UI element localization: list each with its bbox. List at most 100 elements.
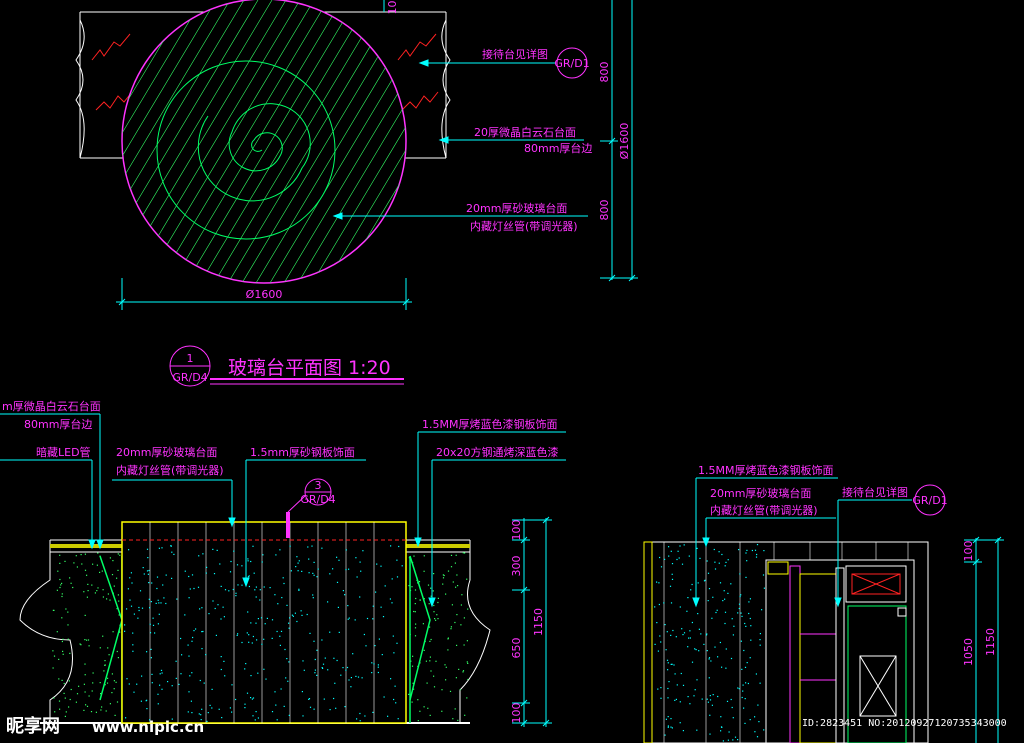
- speckle-dot: [151, 682, 153, 684]
- speckle-dot: [109, 557, 111, 559]
- speckle-dot: [727, 559, 729, 561]
- speckle-dot: [136, 683, 138, 685]
- speckle-dot: [314, 669, 316, 671]
- speckle-dot: [171, 551, 173, 553]
- speckle-dot: [433, 675, 435, 677]
- left-wall-speckle-l: [52, 552, 121, 717]
- speckle-dot: [64, 715, 66, 717]
- speckle-dot: [149, 607, 151, 609]
- speckle-dot: [415, 623, 417, 625]
- speckle-dot: [214, 607, 216, 610]
- speckle-dot: [467, 662, 469, 664]
- speckle-dot: [321, 667, 323, 669]
- speckle-dot: [452, 718, 454, 720]
- speckle-dot: [720, 730, 722, 732]
- speckle-dot: [345, 669, 347, 671]
- left-dim-4: 100: [510, 703, 523, 724]
- left-dim-3: 650: [510, 638, 523, 659]
- speckle-dot: [682, 730, 684, 732]
- speckle-dot: [425, 660, 427, 662]
- speckle-dot: [91, 690, 93, 692]
- speckle-dot: [706, 560, 708, 562]
- speckle-dot: [763, 587, 765, 589]
- speckle-dot: [114, 714, 116, 716]
- speckle-dot: [660, 697, 662, 699]
- speckle-dot: [232, 588, 234, 591]
- plan-view: Ø1600 800 800 Ø1600 100 接待台见详图 20厚微晶白云石台…: [0, 0, 638, 387]
- speckle-dot: [113, 680, 115, 682]
- speckle-dot: [354, 619, 356, 621]
- speckle-dot: [711, 704, 713, 706]
- speckle-dot: [236, 564, 239, 566]
- speckle-dot: [279, 549, 281, 551]
- speckle-dot: [338, 631, 340, 633]
- speckle-dot: [86, 574, 88, 576]
- speckle-dot: [288, 622, 290, 624]
- speckle-dot: [102, 589, 104, 591]
- speckle-dot: [667, 662, 669, 664]
- speckle-dot: [413, 555, 415, 557]
- speckle-dot: [456, 574, 458, 576]
- speckle-dot: [140, 700, 142, 702]
- speckle-dot: [72, 586, 74, 589]
- speckle-dot: [674, 699, 676, 701]
- speckle-dot: [363, 633, 365, 636]
- speckle-dot: [739, 573, 741, 575]
- speckle-dot: [763, 729, 765, 731]
- speckle-dot: [740, 594, 742, 596]
- speckle-dot: [308, 698, 310, 700]
- speckle-dot: [308, 572, 310, 574]
- speckle-dot: [126, 608, 128, 610]
- speckle-dot: [695, 649, 697, 651]
- right-callout-2a: 20mm厚砂玻璃台面: [710, 486, 811, 500]
- speckle-dot: [342, 590, 344, 592]
- hatch-line: [0, 0, 34, 283]
- speckle-dot: [336, 556, 338, 558]
- speckle-dot: [340, 674, 342, 676]
- speckle-dot: [188, 691, 190, 693]
- speckle-dot: [124, 630, 126, 632]
- speckle-dot: [206, 566, 208, 568]
- speckle-dot: [671, 563, 674, 565]
- speckle-dot: [250, 560, 252, 563]
- speckle-dot: [667, 725, 669, 727]
- speckle-dot: [296, 556, 298, 558]
- speckle-dot: [667, 687, 669, 690]
- right-callout-1: 1.5MM厚烤蓝色漆钢板饰面: [698, 463, 833, 477]
- speckle-dot: [359, 596, 361, 598]
- speckle-dot: [664, 624, 666, 626]
- speckle-dot: [454, 562, 456, 564]
- speckle-dot: [111, 574, 114, 576]
- speckle-dot: [380, 565, 382, 567]
- speckle-dot: [414, 611, 416, 613]
- speckle-dot: [279, 644, 281, 646]
- speckle-dot: [336, 659, 338, 662]
- speckle-dot: [711, 617, 713, 619]
- speckle-dot: [329, 573, 331, 575]
- speckle-dot: [360, 570, 362, 572]
- speckle-dot: [727, 739, 729, 741]
- speckle-dot: [733, 625, 735, 627]
- speckle-dot: [663, 602, 665, 604]
- speckle-dot: [689, 637, 691, 639]
- speckle-dot: [423, 555, 425, 557]
- speckle-dot: [192, 636, 194, 639]
- speckle-dot: [95, 711, 97, 713]
- speckle-dot: [329, 709, 331, 711]
- speckle-dot: [252, 715, 254, 717]
- speckle-dot: [157, 703, 159, 705]
- speckle-dot: [710, 660, 712, 662]
- speckle-dot: [62, 653, 64, 655]
- speckle-dot: [284, 648, 286, 651]
- speckle-dot: [84, 614, 86, 616]
- speckle-dot: [463, 644, 465, 646]
- speckle-dot: [261, 643, 263, 645]
- speckle-dot: [411, 586, 413, 588]
- speckle-dot: [689, 630, 691, 632]
- speckle-dot: [241, 565, 243, 567]
- speckle-dot: [139, 590, 142, 592]
- speckle-dot: [454, 708, 456, 710]
- speckle-dot: [754, 549, 757, 551]
- speckle-dot: [124, 624, 126, 626]
- speckle-dot: [128, 549, 130, 551]
